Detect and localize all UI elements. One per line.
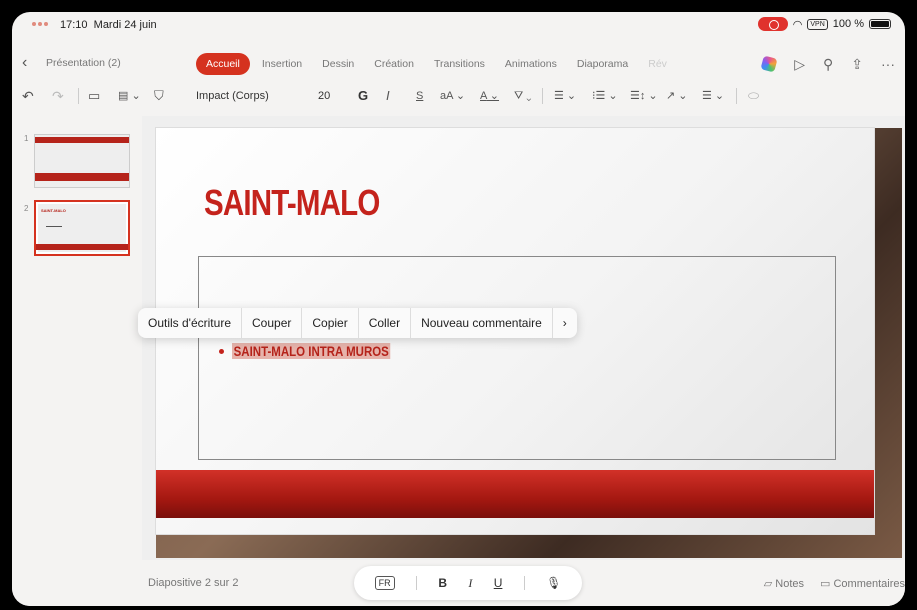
paste-item[interactable]: Coller [359, 308, 412, 338]
thumbnail-number: 1 [24, 134, 29, 143]
italic-button[interactable]: I [386, 84, 390, 108]
layout-icon[interactable]: ▤ ⌄ [118, 84, 141, 108]
search-icon[interactable]: ⚲ [823, 56, 833, 73]
undo-icon[interactable]: ↶ [22, 84, 34, 108]
more-arrow-icon[interactable]: › [553, 308, 577, 338]
multitask-dots-icon[interactable] [32, 22, 48, 26]
numbering-icon[interactable]: ⁝☰ ⌄ [592, 84, 618, 108]
status-bar: 17:10 Mardi 24 juin ◠ VPN 100 % [12, 12, 905, 38]
thumbnail-title: SAINT-MALO [41, 208, 66, 213]
font-size-adjust-button[interactable]: aA ⌄ [440, 84, 465, 108]
bold-button[interactable]: G [358, 84, 368, 108]
copilot-icon[interactable] [760, 55, 778, 73]
line-spacing-icon[interactable]: ☰↕ ⌄ [630, 84, 658, 108]
writing-tools-item[interactable]: Outils d'écriture [138, 308, 242, 338]
underline-button-bottom[interactable]: U [494, 576, 503, 590]
app-window: 17:10 Mardi 24 juin ◠ VPN 100 % ‹ Présen… [12, 12, 905, 606]
bottom-bar: Diapositive 2 sur 2 FR B I U 🎙 ▱ Notes ▭… [12, 560, 905, 606]
slide-title[interactable]: SAINT-MALO [204, 182, 380, 224]
context-menu: Outils d'écriture Couper Copier Coller Nouve… [138, 308, 577, 338]
thumbnail-number: 2 [24, 204, 29, 213]
bullet-item[interactable]: SAINT-MALO INTRA MUROS [219, 343, 425, 359]
tab-diaporama[interactable]: Diaporama [567, 53, 638, 75]
bullets-icon[interactable]: ☰ ⌄ [554, 84, 576, 108]
bullet-icon [219, 348, 224, 354]
redo-icon[interactable]: ↷ [52, 84, 64, 108]
play-icon[interactable]: ▷ [794, 56, 805, 73]
quick-format-pill: FR B I U 🎙 [354, 566, 582, 600]
dictate-icon[interactable]: 🎙 [546, 576, 561, 590]
font-size-field[interactable]: 20 [318, 84, 330, 108]
wifi-icon: ◠ [792, 18, 803, 31]
battery-icon [869, 19, 891, 29]
shapes-icon[interactable]: ⬭ [748, 84, 759, 108]
back-icon[interactable]: ‹ [22, 54, 27, 72]
align-icon[interactable]: ☰ ⌄ [702, 84, 724, 108]
slide-thumbnail-1[interactable] [34, 134, 130, 188]
slide-counter: Diapositive 2 sur 2 [148, 577, 239, 589]
tab-transitions[interactable]: Transitions [424, 53, 495, 75]
status-time: 17:10 Mardi 24 juin [60, 19, 157, 31]
ribbon-tab-bar: ‹ Présentation (2) Accueil Insertion Dessi… [12, 52, 905, 76]
tab-accueil[interactable]: Accueil [196, 53, 250, 75]
format-toolbar: ↶ ↷ ▭ ▤ ⌄ ⛉ Impact (Corps) 20 G I S aA ⌄… [12, 84, 905, 108]
bold-button-bottom[interactable]: B [438, 576, 447, 590]
text-direction-icon[interactable]: ↗ ⌄ [666, 84, 688, 108]
font-name-field[interactable]: Impact (Corps) [196, 84, 269, 108]
italic-button-bottom[interactable]: I [468, 576, 472, 591]
slide-thumbnail-panel: 1 2 SAINT-MALO [12, 116, 142, 606]
slide-editor: SAINT-MALO SAINT-MALO INTRA MUROS [142, 116, 905, 560]
selected-text[interactable]: SAINT-MALO INTRA MUROS [232, 343, 391, 359]
more-icon[interactable]: ··· [881, 56, 895, 72]
slide-thumbnail-2[interactable]: SAINT-MALO [34, 200, 130, 256]
share-icon[interactable]: ⇪ [851, 56, 863, 73]
font-color-button[interactable]: A ⌄ [480, 84, 499, 108]
comments-button[interactable]: ▭ Commentaires [820, 577, 905, 590]
battery-percent: 100 % [832, 18, 864, 30]
highlight-icon[interactable]: ⛛ ⌄ [514, 84, 532, 108]
slide-red-band [156, 470, 874, 518]
cut-item[interactable]: Couper [242, 308, 303, 338]
vpn-badge: VPN [807, 18, 828, 30]
strikethrough-button[interactable]: S [416, 84, 423, 108]
tab-cr-ation[interactable]: Création [364, 53, 424, 75]
notes-button[interactable]: ▱ Notes [764, 577, 804, 590]
copy-item[interactable]: Copier [302, 308, 359, 338]
document-title[interactable]: Présentation (2) [46, 57, 121, 69]
new-slide-icon[interactable]: ▭ [88, 84, 100, 108]
screen-record-icon[interactable] [757, 17, 788, 31]
language-button[interactable]: FR [374, 576, 395, 590]
new-comment-item[interactable]: Nouveau commentaire [411, 308, 553, 338]
format-painter-icon[interactable]: ⛉ [154, 84, 164, 108]
tab-r-v[interactable]: Rév [638, 53, 677, 75]
tab-dessin[interactable]: Dessin [312, 53, 364, 75]
content-placeholder[interactable]: SAINT-MALO INTRA MUROS [198, 256, 836, 460]
tab-animations[interactable]: Animations [495, 53, 567, 75]
tab-insertion[interactable]: Insertion [252, 53, 312, 75]
